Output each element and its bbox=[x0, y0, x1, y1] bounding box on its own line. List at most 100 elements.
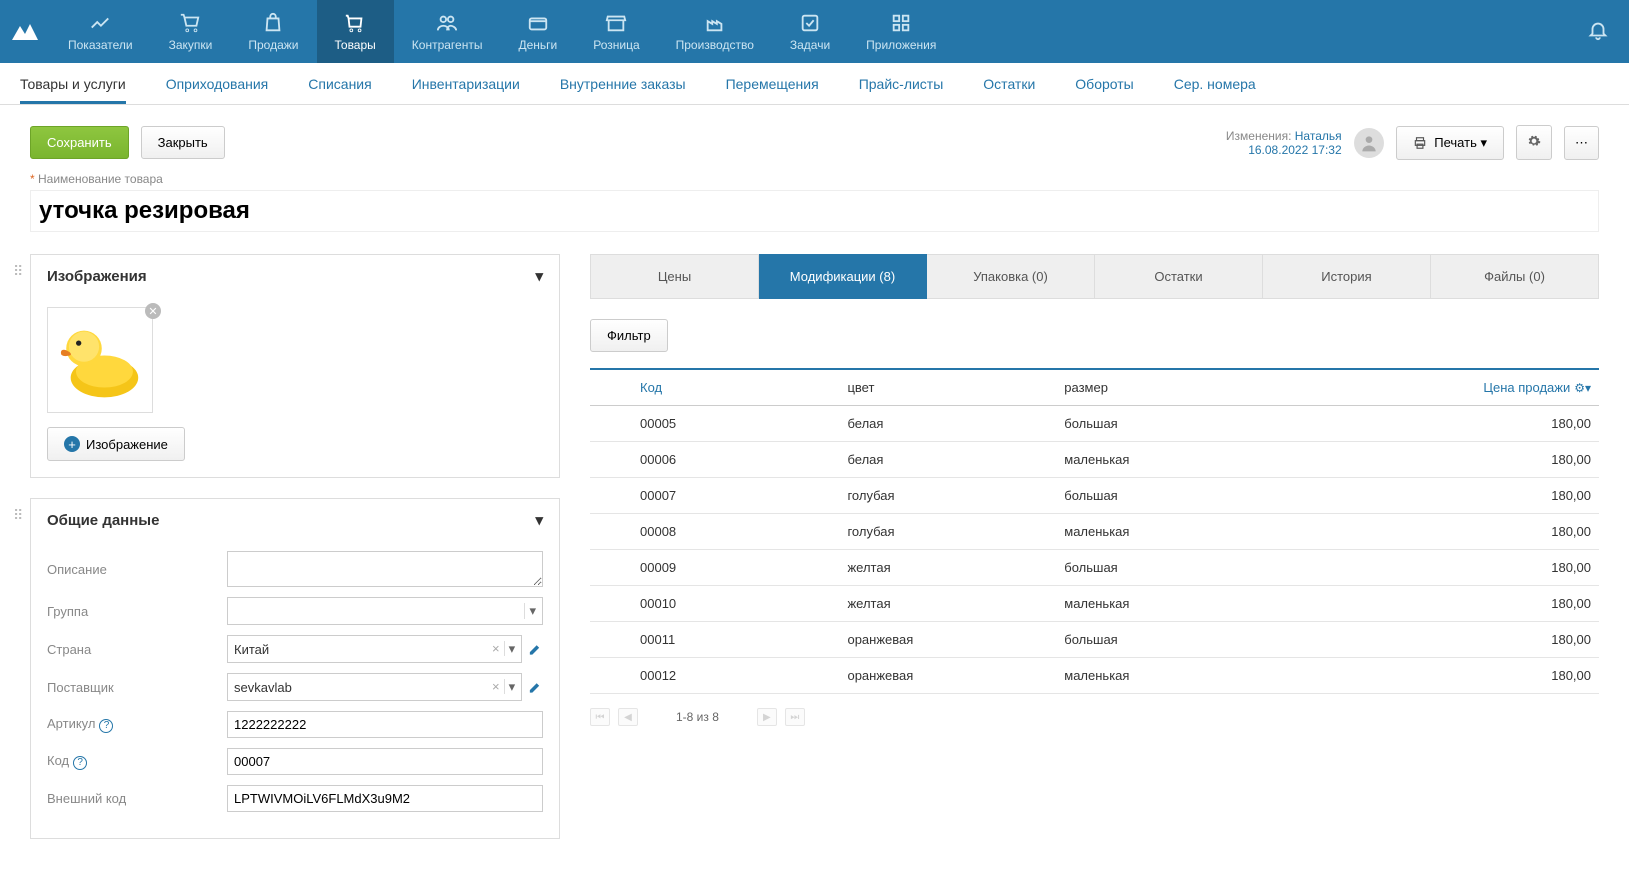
nav-products[interactable]: Товары bbox=[317, 0, 394, 63]
changed-user-link[interactable]: Наталья bbox=[1295, 129, 1342, 143]
table-row[interactable]: 00006белаямаленькая180,00 bbox=[590, 442, 1599, 478]
subnav-pricelists[interactable]: Прайс-листы bbox=[859, 64, 944, 104]
nav-money[interactable]: Деньги bbox=[500, 0, 575, 63]
tab-files[interactable]: Файлы (0) bbox=[1431, 254, 1599, 299]
nav-tasks[interactable]: Задачи bbox=[772, 0, 848, 63]
settings-button[interactable] bbox=[1516, 125, 1552, 160]
nav-purchases[interactable]: Закупки bbox=[151, 0, 231, 63]
modifications-table: Код цвет размер Цена продажи⚙▾ 00005бела… bbox=[590, 368, 1599, 694]
save-button[interactable]: Сохранить bbox=[30, 126, 129, 159]
description-input[interactable] bbox=[227, 551, 543, 587]
subnav-products-services[interactable]: Товары и услуги bbox=[20, 64, 126, 104]
pagination: ⏮ ◀ 1-8 из 8 ▶ ⏭ bbox=[590, 708, 1599, 726]
nav-production[interactable]: Производство bbox=[658, 0, 772, 63]
add-image-button[interactable]: + Изображение bbox=[47, 427, 185, 461]
clear-icon[interactable]: × bbox=[488, 679, 504, 694]
table-row[interactable]: 00012оранжеваямаленькая180,00 bbox=[590, 658, 1599, 694]
check-icon bbox=[799, 12, 821, 34]
tab-balances[interactable]: Остатки bbox=[1095, 254, 1263, 299]
col-price[interactable]: Цена продажи⚙▾ bbox=[1271, 369, 1599, 406]
product-image[interactable] bbox=[47, 307, 153, 413]
chevron-down-icon: ▾ bbox=[524, 603, 536, 619]
chevron-down-icon: ▾ bbox=[535, 267, 543, 285]
external-code-label: Внешний код bbox=[47, 791, 227, 806]
changed-date-link[interactable]: 16.08.2022 17:32 bbox=[1248, 143, 1341, 157]
chart-icon bbox=[89, 12, 111, 34]
page-last-button[interactable]: ⏭ bbox=[785, 708, 805, 726]
remove-image-button[interactable]: ✕ bbox=[145, 303, 161, 319]
change-info: Изменения: Наталья 16.08.2022 17:32 bbox=[1226, 129, 1342, 157]
col-color[interactable]: цвет bbox=[839, 369, 1056, 406]
cart-icon bbox=[344, 12, 366, 34]
country-label: Страна bbox=[47, 642, 227, 657]
col-code[interactable]: Код bbox=[590, 369, 839, 406]
tabs: Цены Модификации (8) Упаковка (0) Остатк… bbox=[590, 254, 1599, 299]
print-button[interactable]: Печать ▾ bbox=[1396, 126, 1504, 160]
clear-icon[interactable]: × bbox=[488, 641, 504, 656]
main: ⠿ Изображения ▾ ✕ bbox=[0, 244, 1629, 869]
page-prev-button[interactable]: ◀ bbox=[618, 708, 638, 726]
print-icon bbox=[1413, 136, 1427, 150]
people-icon bbox=[436, 12, 458, 34]
general-panel: ⠿ Общие данные ▾ Описание Группа ▾ Стран… bbox=[30, 498, 560, 839]
subnav-receipts[interactable]: Оприходования bbox=[166, 64, 269, 104]
page-next-button[interactable]: ▶ bbox=[757, 708, 777, 726]
group-select[interactable]: ▾ bbox=[227, 597, 543, 625]
more-button[interactable]: ⋯ bbox=[1564, 126, 1599, 160]
external-code-input[interactable] bbox=[227, 785, 543, 812]
table-row[interactable]: 00011оранжеваябольшая180,00 bbox=[590, 622, 1599, 658]
gear-icon[interactable]: ⚙▾ bbox=[1574, 381, 1591, 395]
nav-items: Показатели Закупки Продажи Товары Контра… bbox=[50, 0, 1567, 63]
supplier-select[interactable]: sevkavlab ×▾ bbox=[227, 673, 522, 701]
subnav-internal-orders[interactable]: Внутренние заказы bbox=[560, 64, 686, 104]
avatar[interactable] bbox=[1354, 128, 1384, 158]
top-nav: Показатели Закупки Продажи Товары Контра… bbox=[0, 0, 1629, 63]
table-row[interactable]: 00005белаябольшая180,00 bbox=[590, 406, 1599, 442]
pencil-icon[interactable] bbox=[528, 679, 543, 695]
code-input[interactable] bbox=[227, 748, 543, 775]
gear-icon bbox=[1527, 134, 1541, 148]
tab-history[interactable]: История bbox=[1263, 254, 1431, 299]
chevron-down-icon: ▾ bbox=[535, 511, 543, 529]
tab-packaging[interactable]: Упаковка (0) bbox=[927, 254, 1095, 299]
product-name-input[interactable] bbox=[30, 190, 1599, 232]
table-row[interactable]: 00007голубаябольшая180,00 bbox=[590, 478, 1599, 514]
page-first-button[interactable]: ⏮ bbox=[590, 708, 610, 726]
drag-handle-icon[interactable]: ⠿ bbox=[13, 507, 23, 524]
subnav-serial[interactable]: Сер. номера bbox=[1174, 64, 1256, 104]
col-size[interactable]: размер bbox=[1056, 369, 1271, 406]
nav-indicators[interactable]: Показатели bbox=[50, 0, 151, 63]
description-label: Описание bbox=[47, 562, 227, 577]
nav-counterparties[interactable]: Контрагенты bbox=[394, 0, 501, 63]
subnav-movements[interactable]: Перемещения bbox=[726, 64, 819, 104]
subnav-inventory[interactable]: Инвентаризации bbox=[412, 64, 520, 104]
store-icon bbox=[605, 12, 627, 34]
article-label: Артикул? bbox=[47, 716, 227, 733]
general-panel-header[interactable]: Общие данные ▾ bbox=[31, 499, 559, 541]
wallet-icon bbox=[527, 12, 549, 34]
close-button[interactable]: Закрыть bbox=[141, 126, 225, 159]
images-panel-header[interactable]: Изображения ▾ bbox=[31, 255, 559, 297]
pencil-icon[interactable] bbox=[528, 641, 543, 657]
name-label: * Наименование товара bbox=[30, 172, 1599, 186]
nav-sales[interactable]: Продажи bbox=[230, 0, 316, 63]
help-icon[interactable]: ? bbox=[73, 756, 87, 770]
country-select[interactable]: Китай ×▾ bbox=[227, 635, 522, 663]
chevron-down-icon: ▾ bbox=[504, 679, 516, 694]
table-row[interactable]: 00009желтаябольшая180,00 bbox=[590, 550, 1599, 586]
filter-button[interactable]: Фильтр bbox=[590, 319, 668, 352]
drag-handle-icon[interactable]: ⠿ bbox=[13, 263, 23, 280]
notifications-button[interactable] bbox=[1567, 19, 1629, 44]
subnav-turnover[interactable]: Обороты bbox=[1075, 64, 1133, 104]
tab-modifications[interactable]: Модификации (8) bbox=[759, 254, 927, 299]
table-row[interactable]: 00008голубаямаленькая180,00 bbox=[590, 514, 1599, 550]
help-icon[interactable]: ? bbox=[99, 719, 113, 733]
subnav-balances[interactable]: Остатки bbox=[983, 64, 1035, 104]
table-row[interactable]: 00010желтаямаленькая180,00 bbox=[590, 586, 1599, 622]
logo[interactable] bbox=[0, 0, 50, 63]
subnav-writeoffs[interactable]: Списания bbox=[308, 64, 371, 104]
nav-retail[interactable]: Розница bbox=[575, 0, 657, 63]
tab-prices[interactable]: Цены bbox=[590, 254, 759, 299]
nav-apps[interactable]: Приложения bbox=[848, 0, 954, 63]
article-input[interactable] bbox=[227, 711, 543, 738]
